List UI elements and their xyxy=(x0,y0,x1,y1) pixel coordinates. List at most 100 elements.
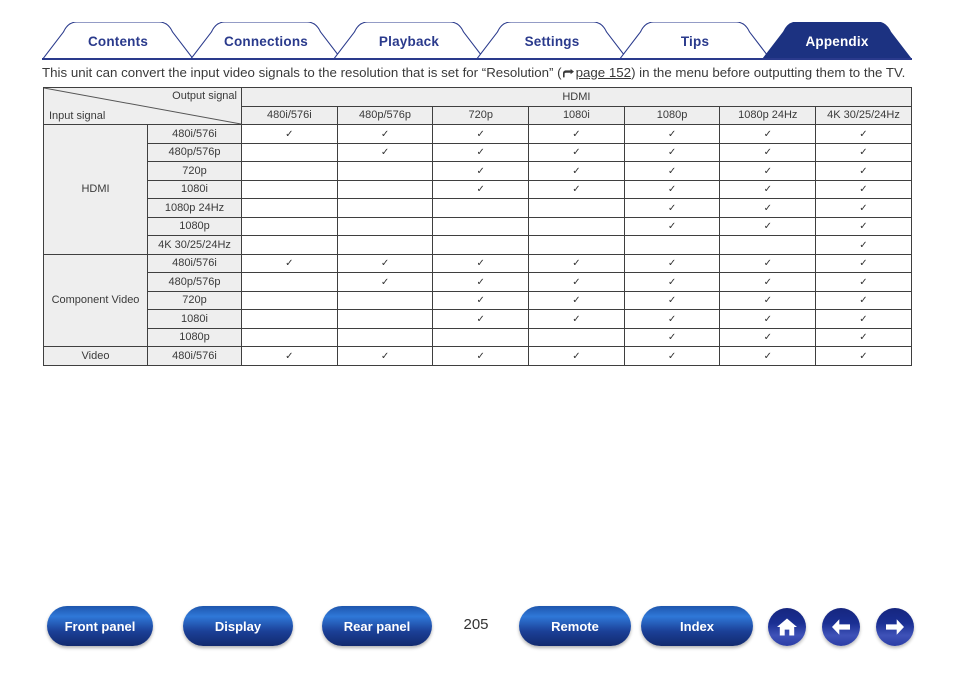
cell-supported: ✓ xyxy=(528,124,625,144)
check-icon: ✓ xyxy=(763,276,772,288)
cell-supported: ✓ xyxy=(432,142,530,162)
nav-home-icon[interactable] xyxy=(768,608,806,646)
check-icon: ✓ xyxy=(763,128,772,140)
input-resolution-label: 480i/576i xyxy=(147,253,242,273)
table-row: 1080p ✓ ✓ ✓ xyxy=(44,216,912,236)
cell-supported: ✓ xyxy=(623,179,721,199)
cell-unsupported xyxy=(719,235,817,255)
check-icon: ✓ xyxy=(763,332,772,344)
tab-connections[interactable]: Connections xyxy=(190,22,342,60)
tab-playback[interactable]: Playback xyxy=(333,22,485,60)
intro-text-before: This unit can convert the input video si… xyxy=(42,65,562,80)
cell-supported: ✓ xyxy=(815,124,912,144)
nav-button-remote[interactable]: Remote xyxy=(519,606,631,646)
nav-button-display[interactable]: Display xyxy=(183,606,293,646)
check-icon: ✓ xyxy=(859,221,868,233)
cell-supported: ✓ xyxy=(719,327,817,347)
bottom-navigation-bar: Front panel Display Rear panel Remote Index 2… xyxy=(0,606,954,652)
tab-appendix[interactable]: Appendix xyxy=(762,22,912,60)
cell-supported: ✓ xyxy=(719,309,817,329)
cell-supported: ✓ xyxy=(623,253,721,273)
cell-supported: ✓ xyxy=(432,309,530,329)
tab-contents[interactable]: Contents xyxy=(42,22,194,60)
cell-supported: ✓ xyxy=(623,216,721,236)
cell-unsupported xyxy=(241,198,338,218)
cell-supported: ✓ xyxy=(815,198,912,218)
conversion-matrix-table: Output signal Input signal HDMI 480i/576… xyxy=(43,87,912,366)
corner-header-cell: Output signal Input signal xyxy=(43,87,242,125)
check-icon: ✓ xyxy=(763,313,772,325)
check-icon: ✓ xyxy=(859,295,868,307)
column-header-0: 480i/576i xyxy=(241,105,338,125)
nav-button-label: Index xyxy=(680,618,714,634)
input-group-label: HDMI xyxy=(43,124,148,255)
check-icon: ✓ xyxy=(763,258,772,270)
check-icon: ✓ xyxy=(572,313,581,325)
check-icon: ✓ xyxy=(572,165,581,177)
input-group-label: Video xyxy=(43,346,148,366)
nav-button-index[interactable]: Index xyxy=(641,606,753,646)
cell-unsupported xyxy=(336,327,434,347)
check-icon: ✓ xyxy=(763,165,772,177)
intro-text-after: ) in the menu before outputting them to … xyxy=(631,65,906,80)
check-icon: ✓ xyxy=(380,258,390,270)
page-reference-link[interactable]: page 152 xyxy=(576,65,631,80)
cell-supported: ✓ xyxy=(432,272,530,292)
check-icon: ✓ xyxy=(859,276,868,288)
table-row: 1080i ✓ ✓ ✓ ✓ ✓ xyxy=(44,309,912,329)
input-resolution-label: 1080i xyxy=(147,179,242,199)
cell-supported: ✓ xyxy=(336,142,434,162)
input-resolution-label: 1080p 24Hz xyxy=(147,198,242,218)
cell-unsupported xyxy=(336,179,434,199)
cell-supported: ✓ xyxy=(336,346,434,366)
cell-supported: ✓ xyxy=(719,290,817,310)
nav-button-rear-panel[interactable]: Rear panel xyxy=(322,606,432,646)
input-resolution-label: 1080p xyxy=(147,216,242,236)
table-row: HDMI 480i/576i ✓ ✓ ✓ ✓ ✓ ✓ ✓ xyxy=(43,124,912,255)
input-resolution-label: 720p xyxy=(147,161,242,181)
check-icon: ✓ xyxy=(859,128,868,140)
tab-label: Appendix xyxy=(805,33,869,49)
check-icon: ✓ xyxy=(572,295,581,307)
check-icon: ✓ xyxy=(667,295,677,307)
cell-supported: ✓ xyxy=(815,346,912,366)
cell-supported: ✓ xyxy=(432,161,530,181)
tab-label: Connections xyxy=(224,33,308,49)
cell-supported: ✓ xyxy=(815,309,912,329)
check-icon: ✓ xyxy=(763,295,772,307)
table-head: Output signal Input signal HDMI 480i/576… xyxy=(43,87,912,125)
input-resolution-label: 480i/576i xyxy=(147,346,242,366)
hdmi-group-header: HDMI xyxy=(241,87,912,107)
check-icon: ✓ xyxy=(572,350,581,362)
intro-paragraph: This unit can convert the input video si… xyxy=(42,65,922,82)
cell-unsupported xyxy=(336,216,434,236)
cell-unsupported xyxy=(241,161,338,181)
check-icon: ✓ xyxy=(380,350,390,362)
nav-back-arrow-icon[interactable] xyxy=(822,608,860,646)
nav-button-label: Remote xyxy=(551,618,599,634)
check-icon: ✓ xyxy=(667,276,677,288)
check-icon: ✓ xyxy=(667,350,677,362)
cell-supported: ✓ xyxy=(623,290,721,310)
output-signal-label: Output signal xyxy=(172,90,237,102)
cell-supported: ✓ xyxy=(241,253,338,273)
check-icon: ✓ xyxy=(667,332,677,344)
check-icon: ✓ xyxy=(763,202,772,214)
cell-unsupported xyxy=(528,198,625,218)
check-icon: ✓ xyxy=(667,184,677,196)
table-row: 1080p 24Hz ✓ ✓ ✓ xyxy=(44,198,912,218)
tab-settings[interactable]: Settings xyxy=(476,22,628,60)
tab-tips[interactable]: Tips xyxy=(619,22,771,60)
check-icon: ✓ xyxy=(476,295,485,307)
home-icon xyxy=(776,617,798,637)
table-row: 720p ✓ ✓ ✓ ✓ ✓ xyxy=(44,161,912,181)
cell-unsupported xyxy=(623,235,721,255)
cell-supported: ✓ xyxy=(719,216,817,236)
cell-supported: ✓ xyxy=(623,346,721,366)
check-icon: ✓ xyxy=(380,147,390,159)
cell-unsupported xyxy=(432,327,530,347)
check-icon: ✓ xyxy=(763,221,772,233)
nav-forward-arrow-icon[interactable] xyxy=(876,608,914,646)
nav-button-front-panel[interactable]: Front panel xyxy=(47,606,153,646)
cell-supported: ✓ xyxy=(623,142,721,162)
